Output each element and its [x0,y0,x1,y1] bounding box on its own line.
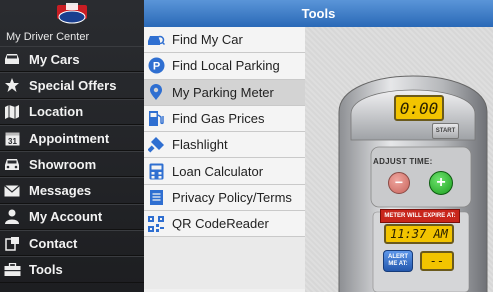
sidebar-item-special-offers[interactable]: Special Offers [0,72,144,99]
increase-time-button[interactable]: + [429,171,453,195]
car-icon [3,51,21,67]
calculator-icon [147,162,165,180]
car-search-icon [147,31,165,49]
map-icon [3,104,21,120]
timer-display: 0:00 [394,95,444,121]
menu-item-label: My Parking Meter [172,84,274,100]
menu-item-label: Loan Calculator [172,163,264,179]
menu-item-find-local-parking[interactable]: P Find Local Parking [144,53,305,80]
tools-menu: Find My Car P Find Local Parking My Park… [144,27,305,292]
parking-icon: P [147,57,165,75]
sidebar-item-label: Showroom [29,156,97,172]
svg-text:31: 31 [8,137,17,146]
menu-item-label: Find My Car [172,32,243,48]
sidebar-item-label: My Account [29,209,103,225]
menu-empty-area [144,237,305,290]
menu-item-label: Find Gas Prices [172,111,265,127]
sidebar-item-label: My Cars [29,51,80,67]
calendar-icon: 31 [3,130,21,146]
envelope-icon [3,183,21,199]
menu-item-privacy-policy[interactable]: Privacy Policy/Terms [144,184,305,212]
menu-item-find-my-car[interactable]: Find My Car [144,27,305,54]
gas-pump-icon [147,110,165,128]
dealer-logo [0,0,144,30]
menu-item-label: Find Local Parking [172,58,280,74]
top-bar: Tools [144,0,493,28]
sidebar-item-tools[interactable]: Tools [0,256,144,283]
sidebar-item-label: Messages [29,183,92,199]
parking-meter-panel: 0:00 START ADJUST TIME: − + METER WILL E… [305,27,493,292]
expire-time-display: 11:37 AM [384,224,454,244]
menu-item-find-gas-prices[interactable]: Find Gas Prices [144,105,305,133]
menu-item-label: QR CodeReader [172,216,269,232]
menu-item-qr-codereader[interactable]: QR CodeReader [144,211,305,238]
menu-item-loan-calculator[interactable]: Loan Calculator [144,158,305,185]
menu-item-my-parking-meter[interactable]: My Parking Meter [144,79,305,106]
document-icon [147,188,165,206]
alert-time-display: -- [420,251,454,271]
sidebar-item-label: Contact [29,235,78,251]
menu-item-flashlight[interactable]: Flashlight [144,132,305,159]
parking-meter-illustration [338,75,488,292]
sidebar-item-my-account[interactable]: My Account [0,203,144,231]
sidebar-item-showroom[interactable]: Showroom [0,151,144,178]
toolbox-icon [3,262,21,278]
flashlight-icon [147,136,165,154]
alert-me-button[interactable]: ALERT ME AT: [383,250,413,272]
sidebar-item-label: Special Offers [29,77,117,93]
expire-label: METER WILL EXPIRE AT: [380,209,460,223]
start-button[interactable]: START [432,123,459,139]
phone-icon [3,235,21,251]
svg-text:P: P [152,61,159,73]
sidebar-item-contact[interactable]: Contact [0,230,144,257]
sidebar-item-label: Tools [29,262,63,278]
sidebar: My Driver Center My Cars Special Offers … [0,0,144,292]
qr-code-icon [147,215,165,233]
star-icon [3,77,21,93]
adjust-time-label: ADJUST TIME: [373,157,433,166]
sidebar-item-appointment[interactable]: 31 Appointment [0,124,144,152]
person-icon [3,209,21,225]
timer-value: 0:00 [399,99,439,118]
alert-time-value: -- [429,254,445,268]
map-pin-icon [147,83,165,101]
sidebar-item-label: Appointment [29,130,110,146]
sidebar-item-location[interactable]: Location [0,98,144,125]
sidebar-item-my-cars[interactable]: My Cars [0,46,144,73]
menu-item-label: Privacy Policy/Terms [172,189,292,205]
sidebar-item-messages[interactable]: Messages [0,177,144,204]
sidebar-item-label: Location [29,104,84,120]
expire-time-value: 11:37 AM [390,227,448,241]
menu-item-label: Flashlight [172,137,228,153]
driver-center-label: My Driver Center [6,31,90,43]
page-title: Tools [301,6,336,21]
decrease-time-button[interactable]: − [388,172,410,194]
sidebar-nav: My Cars Special Offers Location 31 Appoi… [0,46,144,283]
car-front-icon [3,156,21,172]
